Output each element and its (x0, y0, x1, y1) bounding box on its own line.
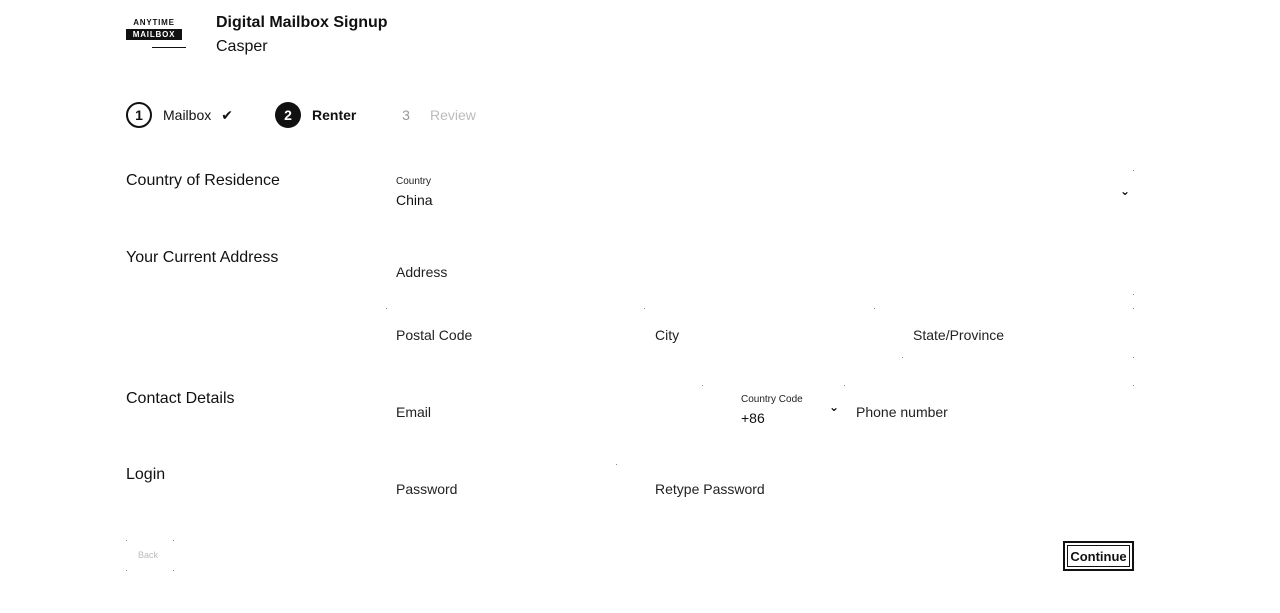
field-corner-mark (702, 385, 703, 386)
section-label-login: Login (126, 466, 166, 483)
anytime-mailbox-logo: ANYTIME MAILBOX (126, 18, 186, 52)
postal-code-placeholder: Postal Code (396, 327, 473, 343)
section-label-residence: Country of Residence (126, 172, 280, 189)
phone-number-input[interactable]: Phone number (856, 404, 1134, 448)
address-placeholder: Address (396, 264, 448, 280)
button-corner-mark (126, 570, 127, 571)
field-corner-mark (902, 357, 903, 358)
step-number-badge: 2 (275, 102, 301, 128)
button-corner-mark (173, 540, 174, 541)
button-corner-mark (126, 540, 127, 541)
country-code-value: +86 (741, 410, 765, 426)
field-corner-mark (1133, 170, 1134, 171)
phone-number-placeholder: Phone number (856, 404, 948, 420)
location-subtitle: Casper (216, 38, 268, 55)
field-corner-mark (1133, 357, 1134, 358)
logo-swoosh (152, 44, 186, 48)
country-code-select[interactable]: Country Code +86 ⌄ (741, 394, 841, 438)
city-input[interactable]: City (655, 327, 891, 371)
step-mailbox[interactable]: 1 Mailbox ✔ (126, 102, 233, 128)
password-input[interactable]: Password (396, 481, 632, 525)
logo-text-mailbox: MAILBOX (126, 29, 182, 40)
password-placeholder: Password (396, 481, 458, 497)
field-corner-mark (1133, 294, 1134, 295)
step-number-badge: 3 (402, 107, 410, 123)
email-input[interactable]: Email (396, 404, 716, 448)
chevron-down-icon: ⌄ (1119, 184, 1130, 198)
field-corner-mark (874, 308, 875, 309)
back-button[interactable]: Back (126, 540, 174, 572)
state-province-input[interactable]: State/Province (913, 327, 1134, 371)
step-label: Review (430, 107, 476, 123)
continue-button[interactable]: Continue (1063, 541, 1134, 571)
step-review: 3 Review (396, 102, 476, 128)
country-value: China (396, 192, 433, 208)
field-corner-mark (616, 464, 617, 465)
field-corner-mark (644, 308, 645, 309)
button-corner-mark (173, 570, 174, 571)
page-title: Digital Mailbox Signup (216, 14, 388, 31)
city-placeholder: City (655, 327, 680, 343)
section-label-address: Your Current Address (126, 249, 279, 266)
address-input[interactable]: Address (396, 264, 1134, 308)
country-code-label: Country Code (741, 394, 803, 405)
country-field-label: Country (396, 176, 432, 187)
state-province-placeholder: State/Province (913, 327, 1005, 343)
retype-password-input[interactable]: Retype Password (655, 481, 891, 525)
back-label: Back (138, 550, 159, 560)
postal-code-input[interactable]: Postal Code (396, 327, 632, 371)
step-label: Mailbox (163, 107, 212, 123)
country-select[interactable]: Country China ⌄ (396, 176, 1134, 220)
field-corner-mark (1133, 308, 1134, 309)
retype-password-placeholder: Retype Password (655, 481, 765, 497)
checkmark-icon: ✔ (221, 106, 233, 123)
field-corner-mark (844, 385, 845, 386)
logo-text-anytime: ANYTIME (133, 18, 175, 27)
step-renter: 2 Renter (275, 102, 356, 128)
email-placeholder: Email (396, 404, 432, 420)
step-label: Renter (312, 107, 357, 123)
field-corner-mark (1133, 385, 1134, 386)
step-number-badge: 1 (126, 102, 152, 128)
field-corner-mark (386, 308, 387, 309)
chevron-down-icon: ⌄ (828, 400, 839, 414)
section-label-contact: Contact Details (126, 390, 235, 407)
